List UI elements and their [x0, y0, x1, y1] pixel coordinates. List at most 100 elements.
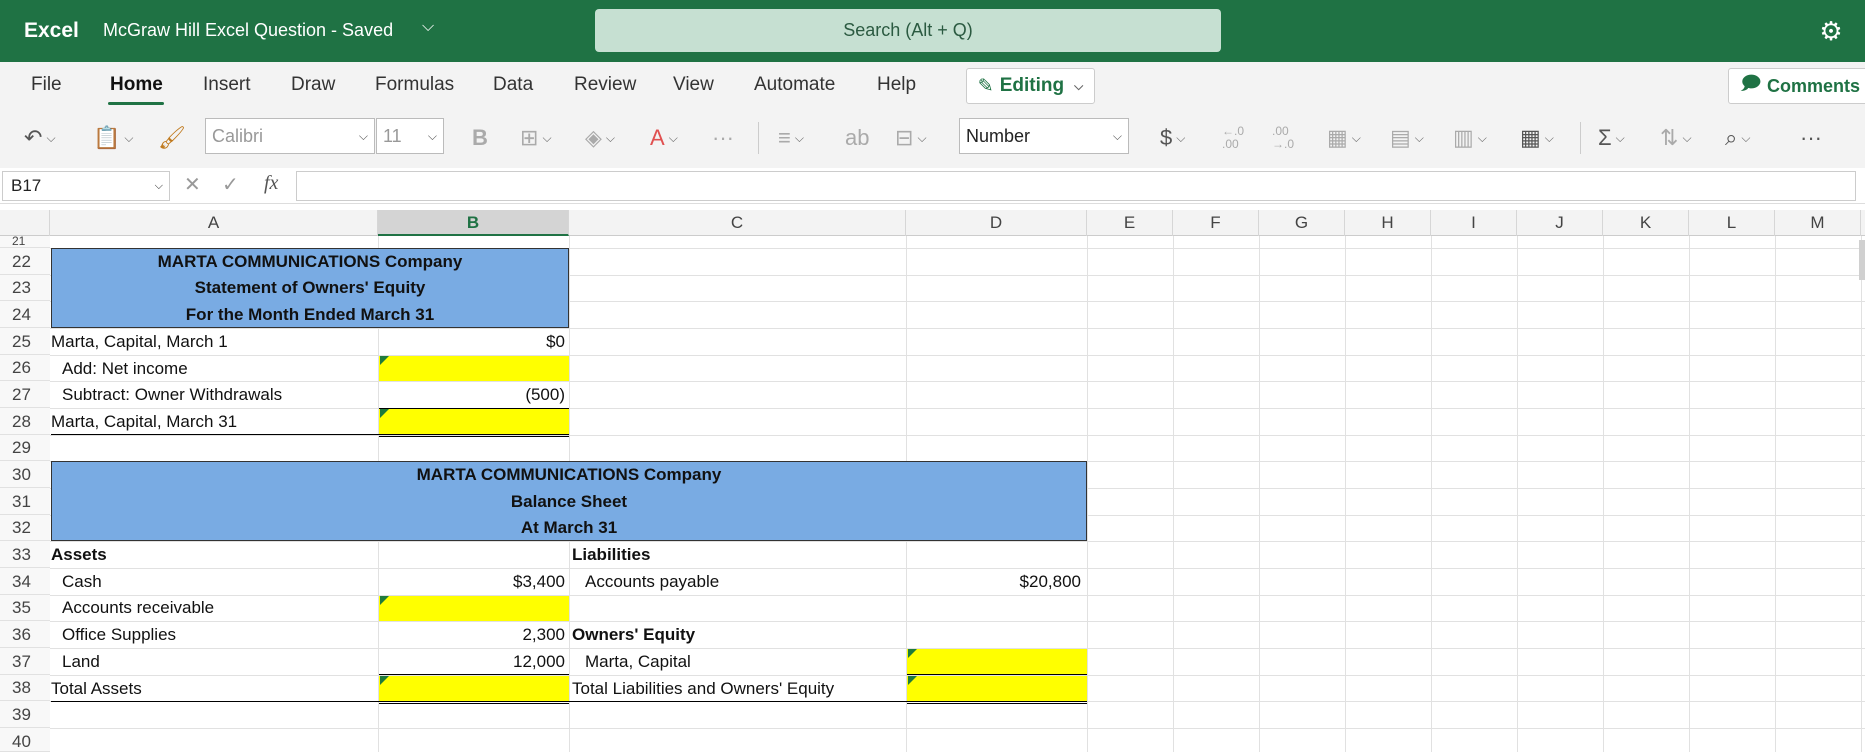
format-as-table-icon[interactable]: ▤ ⌵ — [1390, 120, 1424, 156]
cell-a34[interactable]: Cash — [62, 569, 102, 595]
row-header[interactable]: 28 — [0, 408, 50, 435]
undo-icon[interactable]: ↶ ⌵ — [24, 120, 56, 156]
column-header-f[interactable]: F — [1173, 210, 1259, 236]
tab-view[interactable]: View — [673, 74, 714, 96]
format-painter-icon[interactable]: 🖌 — [158, 120, 186, 156]
chevron-down-icon[interactable]: ⌵ — [422, 18, 434, 36]
function-icon[interactable]: fx — [264, 172, 278, 195]
row-header[interactable]: 22 — [0, 248, 50, 275]
row-header[interactable]: 30 — [0, 461, 50, 488]
tab-formulas[interactable]: Formulas — [375, 74, 454, 96]
row-header[interactable]: 40 — [0, 728, 50, 752]
number-format-combo[interactable]: Number ⌵ — [959, 118, 1129, 154]
font-name-combo[interactable]: Calibri ⌵ — [205, 118, 375, 154]
document-title[interactable]: McGraw Hill Excel Question - Saved — [103, 20, 393, 41]
wrap-text-icon[interactable]: ab — [845, 120, 869, 156]
row-header[interactable]: 26 — [0, 355, 50, 381]
tab-draw[interactable]: Draw — [291, 74, 335, 96]
app-name[interactable]: Excel — [24, 19, 79, 43]
tab-insert[interactable]: Insert — [203, 74, 251, 96]
row-header[interactable]: 29 — [0, 435, 50, 461]
cell-a27[interactable]: Subtract: Owner Withdrawals — [62, 382, 282, 408]
cell-a35[interactable]: Accounts receivable — [62, 595, 214, 621]
input-cell-b26[interactable] — [379, 356, 569, 381]
tab-home[interactable]: Home — [110, 74, 163, 96]
autosum-icon[interactable]: Σ ⌵ — [1598, 120, 1625, 156]
cell-a36[interactable]: Office Supplies — [62, 622, 176, 648]
find-icon[interactable]: ⌕ ⌵ — [1725, 120, 1750, 156]
balance-subtitle[interactable]: Balance Sheet — [51, 489, 1087, 515]
more-options-icon[interactable]: ··· — [1800, 120, 1822, 156]
row-header[interactable]: 38 — [0, 675, 50, 701]
column-header-d[interactable]: D — [906, 210, 1087, 236]
column-header-h[interactable]: H — [1345, 210, 1431, 236]
column-header-m[interactable]: M — [1775, 210, 1861, 236]
cell-c38[interactable]: Total Liabilities and Owners' Equity — [572, 676, 834, 702]
bold-button[interactable]: B — [472, 120, 488, 156]
paste-icon[interactable]: 📋 ⌵ — [93, 120, 134, 156]
cells-icon[interactable]: ▦ ⌵ — [1520, 120, 1554, 156]
font-size-combo[interactable]: 11 ⌵ — [376, 118, 444, 154]
row-header[interactable]: 31 — [0, 488, 50, 515]
column-header-k[interactable]: K — [1603, 210, 1689, 236]
column-header-l[interactable]: L — [1689, 210, 1775, 236]
increase-decimal-icon[interactable]: ←.0 .00 — [1222, 120, 1244, 156]
column-header-i[interactable]: I — [1431, 210, 1517, 236]
cell-a25[interactable]: Marta, Capital, March 1 — [51, 329, 228, 355]
row-header[interactable]: 33 — [0, 541, 50, 568]
cell-b37[interactable]: 12,000 — [379, 649, 565, 675]
tab-review[interactable]: Review — [574, 74, 636, 96]
cell-a37[interactable]: Land — [62, 649, 100, 675]
name-box[interactable]: B17 ⌵ — [2, 171, 170, 201]
currency-button[interactable]: $ ⌵ — [1160, 120, 1185, 156]
row-header[interactable]: 23 — [0, 275, 50, 301]
cell-c33[interactable]: Liabilities — [572, 542, 650, 568]
tab-data[interactable]: Data — [493, 74, 533, 96]
cell-a33[interactable]: Assets — [51, 542, 107, 568]
column-header-b[interactable]: B — [378, 210, 569, 236]
row-header[interactable]: 37 — [0, 648, 50, 675]
conditional-format-icon[interactable]: ▦ ⌵ — [1327, 120, 1361, 156]
cell-c34[interactable]: Accounts payable — [585, 569, 719, 595]
input-cell-b35[interactable] — [379, 596, 569, 621]
tab-help[interactable]: Help — [877, 74, 916, 96]
column-header-c[interactable]: C — [569, 210, 906, 236]
formula-input[interactable] — [296, 171, 1856, 201]
input-cell-d38[interactable] — [907, 676, 1087, 701]
row-header[interactable]: 21 — [0, 236, 50, 248]
confirm-icon[interactable]: ✓ — [222, 172, 239, 197]
row-header[interactable]: 36 — [0, 621, 50, 648]
cell-a28[interactable]: Marta, Capital, March 31 — [51, 409, 237, 435]
column-header-e[interactable]: E — [1087, 210, 1173, 236]
comments-button[interactable]: 🗩 Comments — [1728, 68, 1865, 104]
column-header-a[interactable]: A — [50, 210, 378, 236]
column-header-g[interactable]: G — [1259, 210, 1345, 236]
search-input[interactable]: Search (Alt + Q) — [595, 9, 1221, 52]
cell-c37[interactable]: Marta, Capital — [585, 649, 691, 675]
cell-b27[interactable]: (500) — [379, 382, 565, 408]
cancel-icon[interactable]: ✕ — [184, 172, 201, 197]
font-color-icon[interactable]: A ⌵ — [650, 120, 678, 156]
cell-b36[interactable]: 2,300 — [379, 622, 565, 648]
row-header[interactable]: 24 — [0, 301, 50, 328]
tab-file[interactable]: File — [31, 74, 62, 96]
align-icon[interactable]: ≡ ⌵ — [778, 120, 804, 156]
equity-subtitle[interactable]: Statement of Owners' Equity — [51, 275, 569, 301]
row-header[interactable]: 25 — [0, 328, 50, 355]
tab-automate[interactable]: Automate — [754, 74, 835, 96]
cell-c36[interactable]: Owners' Equity — [572, 622, 695, 648]
editing-mode-button[interactable]: ✎ Editing ⌵ — [966, 68, 1095, 104]
more-options-icon[interactable]: ··· — [712, 120, 734, 156]
gear-icon[interactable]: ⚙ — [1816, 16, 1846, 46]
row-header[interactable]: 27 — [0, 381, 50, 408]
cell-b34[interactable]: $3,400 — [379, 569, 565, 595]
cell-b25[interactable]: $0 — [379, 329, 565, 355]
balance-title[interactable]: MARTA COMMUNICATIONS Company — [51, 462, 1087, 488]
input-cell-d37[interactable] — [907, 649, 1087, 675]
sort-filter-icon[interactable]: ⇅ ⌵ — [1660, 120, 1692, 156]
equity-period[interactable]: For the Month Ended March 31 — [51, 302, 569, 328]
input-cell-b38[interactable] — [379, 676, 569, 701]
row-header[interactable]: 34 — [0, 568, 50, 595]
fill-color-icon[interactable]: ◈ ⌵ — [585, 120, 615, 156]
cell-a26[interactable]: Add: Net income — [62, 356, 188, 382]
